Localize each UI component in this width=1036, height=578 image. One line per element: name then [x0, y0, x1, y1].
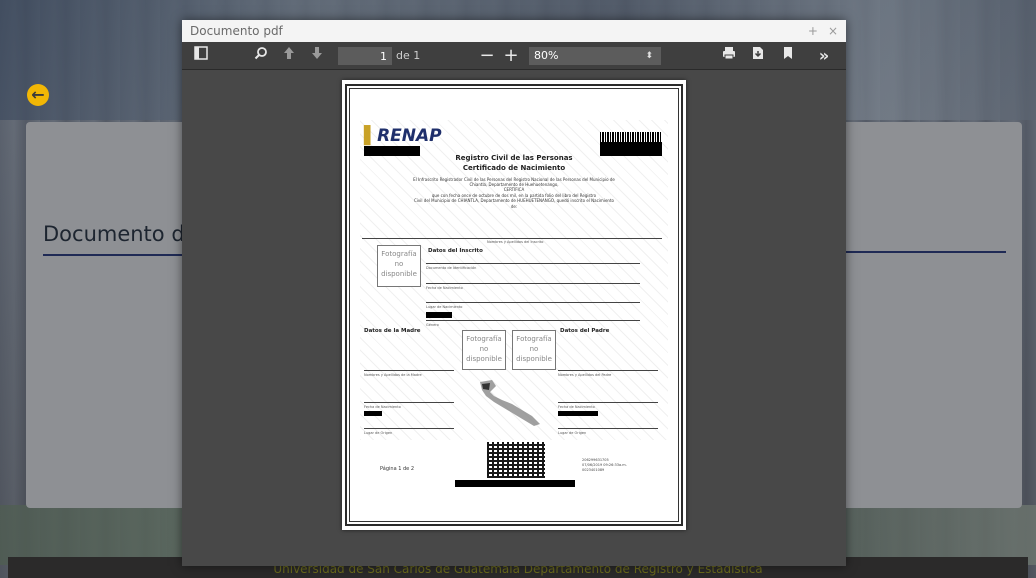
background-divider-left: [43, 254, 183, 256]
pdf-rule: [558, 370, 658, 371]
background-page-title: Documento d: [43, 222, 183, 246]
zoom-in-button[interactable]: +: [502, 46, 520, 66]
previous-page-icon[interactable]: [280, 46, 298, 66]
pdf-label: Nombres y Apellidos de la Madre: [364, 373, 422, 377]
background-divider-right: [846, 251, 1006, 253]
zoom-value: 80%: [534, 49, 559, 62]
pdf-rule: [362, 238, 662, 239]
pdf-label: Lugar de Nacimiento: [426, 305, 463, 309]
pdf-page-label: Página 1 de 2: [380, 466, 415, 472]
photo-placeholder-padre: Fotografía no disponible: [512, 330, 556, 370]
pdf-rule: [364, 402, 454, 403]
qr-code: [487, 442, 545, 478]
close-button[interactable]: ×: [828, 24, 838, 38]
redacted-block: [558, 411, 598, 416]
pdf-id-line: 0023401089: [582, 468, 605, 472]
page-number-input[interactable]: [338, 47, 392, 65]
pdf-section-title: Datos del Inscrito: [428, 248, 483, 254]
pdf-toolbar: de 1 − + 80% ⬍ »: [182, 42, 846, 70]
pdf-label: Fecha de Nacimiento: [364, 405, 401, 409]
pdf-rule: [426, 320, 640, 321]
pdf-dialog: Documento pdf + × de 1 − + 80% ⬍: [182, 20, 846, 566]
page-count-label: de 1: [396, 49, 421, 62]
maximize-button[interactable]: +: [808, 24, 818, 38]
search-icon[interactable]: [252, 46, 270, 66]
pdf-rule: [364, 428, 454, 429]
renap-logo: ▌RENAP: [364, 126, 442, 146]
pdf-rule: [426, 283, 640, 284]
bookmark-icon[interactable]: [779, 46, 797, 66]
pdf-label: Lugar de Origen: [364, 431, 393, 435]
zoom-caret-icon: ⬍: [645, 51, 653, 61]
photo-placeholder-madre: Fotografía no disponible: [462, 330, 506, 370]
pdf-viewer-area[interactable]: ▌RENAP Registro Civil de las Personas Ce…: [182, 70, 846, 566]
pdf-label: Género: [426, 323, 439, 327]
dialog-title: Documento pdf: [190, 24, 283, 38]
pdf-subtitle: Certificado de Nacimiento: [462, 164, 566, 172]
pdf-label: Nombres y Apellidos del Inscrito: [487, 240, 544, 244]
sidebar-toggle-icon[interactable]: [192, 46, 210, 66]
redacted-block: [455, 480, 575, 487]
pdf-intro-line: Civil del Municipio de CHIANTLA, Departa…: [414, 198, 614, 203]
pdf-certifica: CERTIFICA: [503, 187, 525, 192]
central-america-map-icon: [480, 380, 540, 426]
pdf-label: Fecha de Nacimiento: [558, 405, 595, 409]
pdf-rule: [426, 263, 640, 264]
pdf-section-title: Datos de la Madre: [364, 328, 421, 334]
pdf-rule: [364, 370, 454, 371]
pdf-label: Documento de Identificación: [426, 266, 477, 270]
pdf-label: Nombres y Apellidos del Padre: [558, 373, 612, 377]
next-page-icon[interactable]: [308, 46, 326, 66]
zoom-select[interactable]: 80% ⬍: [529, 47, 661, 65]
print-icon[interactable]: [720, 46, 738, 66]
redacted-block: [426, 312, 452, 318]
pdf-section-title: Datos del Padre: [560, 328, 610, 334]
photo-placeholder: Fotografía no disponible: [377, 245, 421, 287]
pdf-id-block: 206299631705 07/06/2019 09:26:33a.m. 002…: [582, 458, 627, 473]
pdf-title: Registro Civil de las Personas: [455, 154, 573, 162]
dialog-titlebar: Documento pdf + ×: [182, 20, 846, 42]
pdf-rule: [426, 302, 640, 303]
dialog-title-actions: + ×: [808, 24, 838, 38]
zoom-out-button[interactable]: −: [478, 46, 496, 66]
download-icon[interactable]: [749, 46, 767, 66]
redacted-block: [364, 411, 382, 416]
pdf-intro-line: de:: [510, 204, 518, 209]
pdf-label: Lugar de Origen: [558, 431, 587, 435]
pdf-label: Fecha de Nacimiento: [426, 286, 463, 290]
more-tools-icon[interactable]: »: [814, 46, 834, 66]
barcode: [600, 132, 662, 142]
pdf-page: ▌RENAP Registro Civil de las Personas Ce…: [342, 80, 686, 530]
pdf-rule: [558, 402, 658, 403]
back-arrow-icon[interactable]: ←: [27, 84, 49, 106]
pdf-rule: [558, 428, 658, 429]
